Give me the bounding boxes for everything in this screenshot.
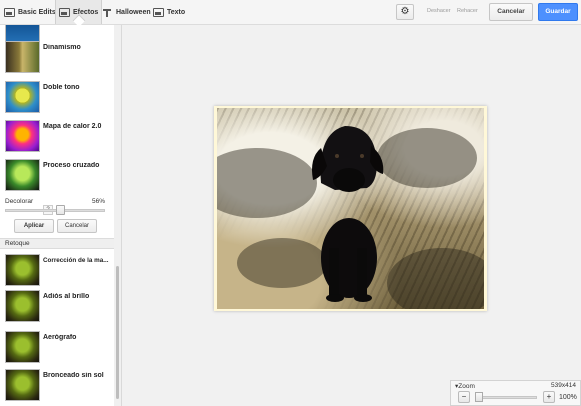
tab-effects-label: Efectos — [73, 8, 99, 16]
effect-label: Bronceado sin sol — [43, 372, 104, 379]
image-dimensions: 539x414 — [551, 382, 576, 389]
effect-label: Mapa de calor 2.0 — [43, 123, 102, 130]
effect-label: Adiós al brillo — [43, 293, 90, 300]
effect-thumbnail — [5, 369, 40, 401]
effects-panel: Dinamismo Doble tono Mapa de calor 2.0 P… — [0, 25, 122, 406]
gear-icon: ⚙ — [400, 6, 410, 17]
effect-label: Doble tono — [43, 84, 80, 91]
zoom-in-icon: + — [546, 392, 552, 401]
fade-slider-track[interactable] — [5, 209, 105, 212]
save-button[interactable]: Guardar — [538, 3, 578, 21]
edited-photo[interactable] — [217, 108, 484, 309]
effect-thumbnail — [5, 120, 40, 152]
apply-button[interactable]: Aplicar — [14, 219, 54, 233]
retouch-item-tan[interactable]: Bronceado sin sol — [5, 369, 111, 403]
effect-cancel-button[interactable]: Cancelar — [57, 219, 97, 233]
zoom-in-button[interactable]: + — [543, 391, 555, 403]
effect-item-dinamismo[interactable]: Dinamismo — [5, 41, 111, 75]
effect-label: Proceso cruzado — [43, 162, 100, 169]
effect-label: Corrección de la ma... — [43, 257, 109, 264]
dog-silhouette — [312, 126, 384, 302]
retouch-item-blemish[interactable]: Corrección de la ma... — [5, 254, 111, 288]
zoom-out-icon: − — [461, 392, 467, 401]
tab-basic-edits-label: Basic Edits — [18, 8, 56, 16]
effect-label: Dinamismo — [43, 44, 81, 51]
zoom-slider-track[interactable] — [475, 396, 537, 399]
tab-effects[interactable]: Efectos — [55, 0, 103, 24]
effect-item-mapa-de-calor[interactable]: Mapa de calor 2.0 — [5, 120, 111, 154]
effect-thumbnail — [5, 290, 40, 322]
zoom-title: Zoom — [458, 383, 475, 390]
retouch-item-shine[interactable]: Adiós al brillo — [5, 290, 111, 324]
fade-slider-handle[interactable] — [56, 205, 65, 215]
effect-thumbnail — [5, 81, 40, 113]
fade-slider-label: Decolorar — [5, 198, 34, 205]
zoom-panel-toggle[interactable]: ▾Zoom — [455, 382, 475, 390]
effect-label: Aerógrafo — [43, 334, 77, 341]
tab-basic-edits[interactable]: Basic Edits — [4, 0, 56, 24]
panel-scrollbar-thumb[interactable] — [116, 266, 119, 399]
zoom-out-button[interactable]: − — [458, 391, 470, 403]
halloween-hat-icon — [102, 8, 113, 17]
tab-text[interactable]: Texto — [153, 0, 185, 24]
text-icon — [153, 7, 164, 17]
redo-button[interactable]: Rehacer — [457, 8, 478, 14]
cancel-button[interactable]: Cancelar — [489, 3, 533, 21]
top-toolbar: Basic Edits Efectos Halloween Texto ⚙ De… — [0, 0, 581, 25]
retouch-section-header[interactable]: Retoque — [0, 238, 114, 249]
retouch-item-airbrush[interactable]: Aerógrafo — [5, 331, 111, 365]
undo-button[interactable]: Deshacer — [427, 8, 451, 14]
fade-slider-value: 56% — [92, 198, 106, 205]
basic-edits-icon — [4, 7, 15, 17]
zoom-percent: 100% — [559, 394, 577, 401]
settings-gear-button[interactable]: ⚙ — [396, 4, 414, 20]
effect-item-doble-tono[interactable]: Doble tono — [5, 81, 111, 115]
tab-halloween[interactable]: Halloween — [102, 0, 151, 24]
effect-thumbnail — [5, 159, 40, 191]
zoom-slider-handle[interactable] — [475, 392, 483, 402]
tab-text-label: Texto — [167, 8, 186, 16]
effect-thumbnail — [5, 41, 40, 73]
effect-thumbnail — [5, 331, 40, 363]
tab-halloween-label: Halloween — [116, 8, 151, 16]
effect-item-proceso-cruzado[interactable]: Proceso cruzado — [5, 159, 111, 193]
zoom-panel: ▾Zoom 539x414 − + 100% — [450, 380, 581, 406]
effects-icon — [59, 7, 70, 17]
effect-thumbnail — [5, 254, 40, 286]
